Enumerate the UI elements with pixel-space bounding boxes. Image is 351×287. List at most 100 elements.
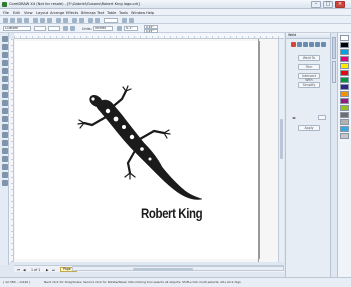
- palette-swatch-6[interactable]: [340, 77, 349, 83]
- menu-tools[interactable]: Tools: [119, 11, 128, 15]
- units-select[interactable]: inches: [93, 26, 113, 31]
- palette-swatch-11[interactable]: [340, 112, 349, 118]
- nudge-field[interactable]: 0.1": [124, 26, 138, 31]
- palette-swatch-1[interactable]: [340, 42, 349, 48]
- menu-file[interactable]: File: [3, 11, 9, 15]
- zoom-level-field[interactable]: [104, 17, 118, 23]
- palette-swatch-8[interactable]: [340, 91, 349, 97]
- snap-icon[interactable]: [122, 17, 127, 23]
- pick-tool-icon[interactable]: [1, 36, 8, 42]
- menu-arrange[interactable]: Arrange: [50, 11, 64, 15]
- print-icon[interactable]: [24, 17, 29, 23]
- import-icon[interactable]: [72, 17, 77, 23]
- redo-icon[interactable]: [63, 17, 68, 23]
- duplicate-y-field[interactable]: 0.25": [144, 28, 158, 33]
- freehand-tool-icon[interactable]: [1, 68, 8, 74]
- intersect-icon[interactable]: [303, 42, 308, 47]
- simplify-icon[interactable]: [309, 42, 314, 47]
- basic-shapes-tool-icon[interactable]: [1, 108, 8, 114]
- front-minus-back-icon[interactable]: [315, 42, 320, 47]
- trim-icon[interactable]: [297, 42, 302, 47]
- first-page-icon[interactable]: ⏮: [17, 268, 20, 272]
- tab-object-properties[interactable]: [332, 61, 336, 83]
- crop-tool-icon[interactable]: [1, 52, 8, 58]
- palette-swatch-9[interactable]: [340, 98, 349, 104]
- menu-view[interactable]: View: [24, 11, 33, 15]
- open-icon[interactable]: [10, 17, 15, 23]
- export-icon[interactable]: [79, 17, 84, 23]
- palette-swatch-4[interactable]: [340, 63, 349, 69]
- paste-icon[interactable]: [47, 17, 52, 23]
- menu-bitmaps[interactable]: Bitmaps: [81, 11, 96, 15]
- palette-swatch-0[interactable]: [340, 35, 349, 41]
- cut-icon[interactable]: [33, 17, 38, 23]
- intersect-button[interactable]: Intersect With: [298, 73, 320, 82]
- close-button[interactable]: ×: [335, 1, 345, 8]
- save-icon[interactable]: [17, 17, 22, 23]
- page-height-field[interactable]: [48, 26, 60, 31]
- trim-button[interactable]: Trim: [298, 64, 320, 70]
- launcher-icon[interactable]: [88, 17, 93, 23]
- welcome-icon[interactable]: [95, 17, 100, 23]
- connector-tool-icon[interactable]: [1, 140, 8, 146]
- vertical-scroll-thumb[interactable]: [280, 119, 283, 159]
- eyedropper-tool-icon[interactable]: [1, 156, 8, 162]
- back-minus-front-icon[interactable]: [321, 42, 326, 47]
- horizontal-scroll-thumb[interactable]: [133, 267, 193, 271]
- table-tool-icon[interactable]: [1, 124, 8, 130]
- palette-swatch-12[interactable]: [340, 119, 349, 125]
- rectangle-tool-icon[interactable]: [1, 84, 8, 90]
- ellipse-tool-icon[interactable]: [1, 92, 8, 98]
- zoom-tool-icon[interactable]: [1, 60, 8, 66]
- simplify-button[interactable]: Simplify: [298, 82, 320, 88]
- tab-weld[interactable]: [332, 37, 336, 59]
- landscape-icon[interactable]: [70, 26, 75, 31]
- next-page-icon[interactable]: ▶: [46, 268, 48, 272]
- weld-icon[interactable]: [291, 42, 296, 47]
- fill-tool-icon[interactable]: [1, 172, 8, 178]
- docker-scroll-icon[interactable]: [318, 115, 326, 120]
- menu-effects[interactable]: Effects: [66, 11, 78, 15]
- weld-to-button[interactable]: Weld To: [298, 55, 320, 61]
- menu-edit[interactable]: Edit: [13, 11, 20, 15]
- palette-swatch-10[interactable]: [340, 105, 349, 111]
- horizontal-scrollbar[interactable]: [72, 266, 284, 271]
- palette-swatch-7[interactable]: [340, 84, 349, 90]
- minimize-button[interactable]: –: [311, 1, 321, 8]
- options-icon[interactable]: [129, 17, 134, 23]
- menu-layout[interactable]: Layout: [36, 11, 48, 15]
- maximize-button[interactable]: □: [323, 1, 333, 8]
- portrait-icon[interactable]: [63, 26, 68, 31]
- toolbox: [0, 33, 9, 265]
- outline-tool-icon[interactable]: [1, 164, 8, 170]
- vertical-scrollbar[interactable]: [278, 39, 284, 262]
- menu-help[interactable]: Help: [146, 11, 154, 15]
- menu-table[interactable]: Table: [107, 11, 116, 15]
- text-tool-icon[interactable]: [1, 116, 8, 122]
- dimension-tool-icon[interactable]: [1, 132, 8, 138]
- page-width-field[interactable]: [34, 26, 46, 31]
- new-icon[interactable]: [3, 17, 8, 23]
- apply-button[interactable]: Apply: [298, 125, 320, 131]
- palette-swatch-5[interactable]: [340, 70, 349, 76]
- polygon-tool-icon[interactable]: [1, 100, 8, 106]
- smart-fill-tool-icon[interactable]: [1, 76, 8, 82]
- copy-icon[interactable]: [40, 17, 45, 23]
- prev-page-icon[interactable]: ◀: [23, 268, 25, 272]
- collapse-docker-icon[interactable]: ◂▸: [292, 115, 296, 120]
- menu-text[interactable]: Text: [97, 11, 104, 15]
- gecko-logo[interactable]: [70, 85, 210, 205]
- undo-icon[interactable]: [56, 17, 61, 23]
- shape-tool-icon[interactable]: [1, 44, 8, 50]
- page-position: 1 of 1: [31, 267, 41, 272]
- brand-name-text[interactable]: Robert King: [141, 205, 203, 221]
- last-page-icon[interactable]: ⏭: [52, 268, 55, 272]
- palette-swatch-3[interactable]: [340, 56, 349, 62]
- paper-size-select[interactable]: Custom: [3, 26, 31, 31]
- palette-swatch-14[interactable]: [340, 133, 349, 139]
- blend-tool-icon[interactable]: [1, 148, 8, 154]
- menu-window[interactable]: Window: [131, 11, 145, 15]
- palette-swatch-13[interactable]: [340, 126, 349, 132]
- palette-swatch-2[interactable]: [340, 49, 349, 55]
- interactive-fill-tool-icon[interactable]: [1, 180, 8, 186]
